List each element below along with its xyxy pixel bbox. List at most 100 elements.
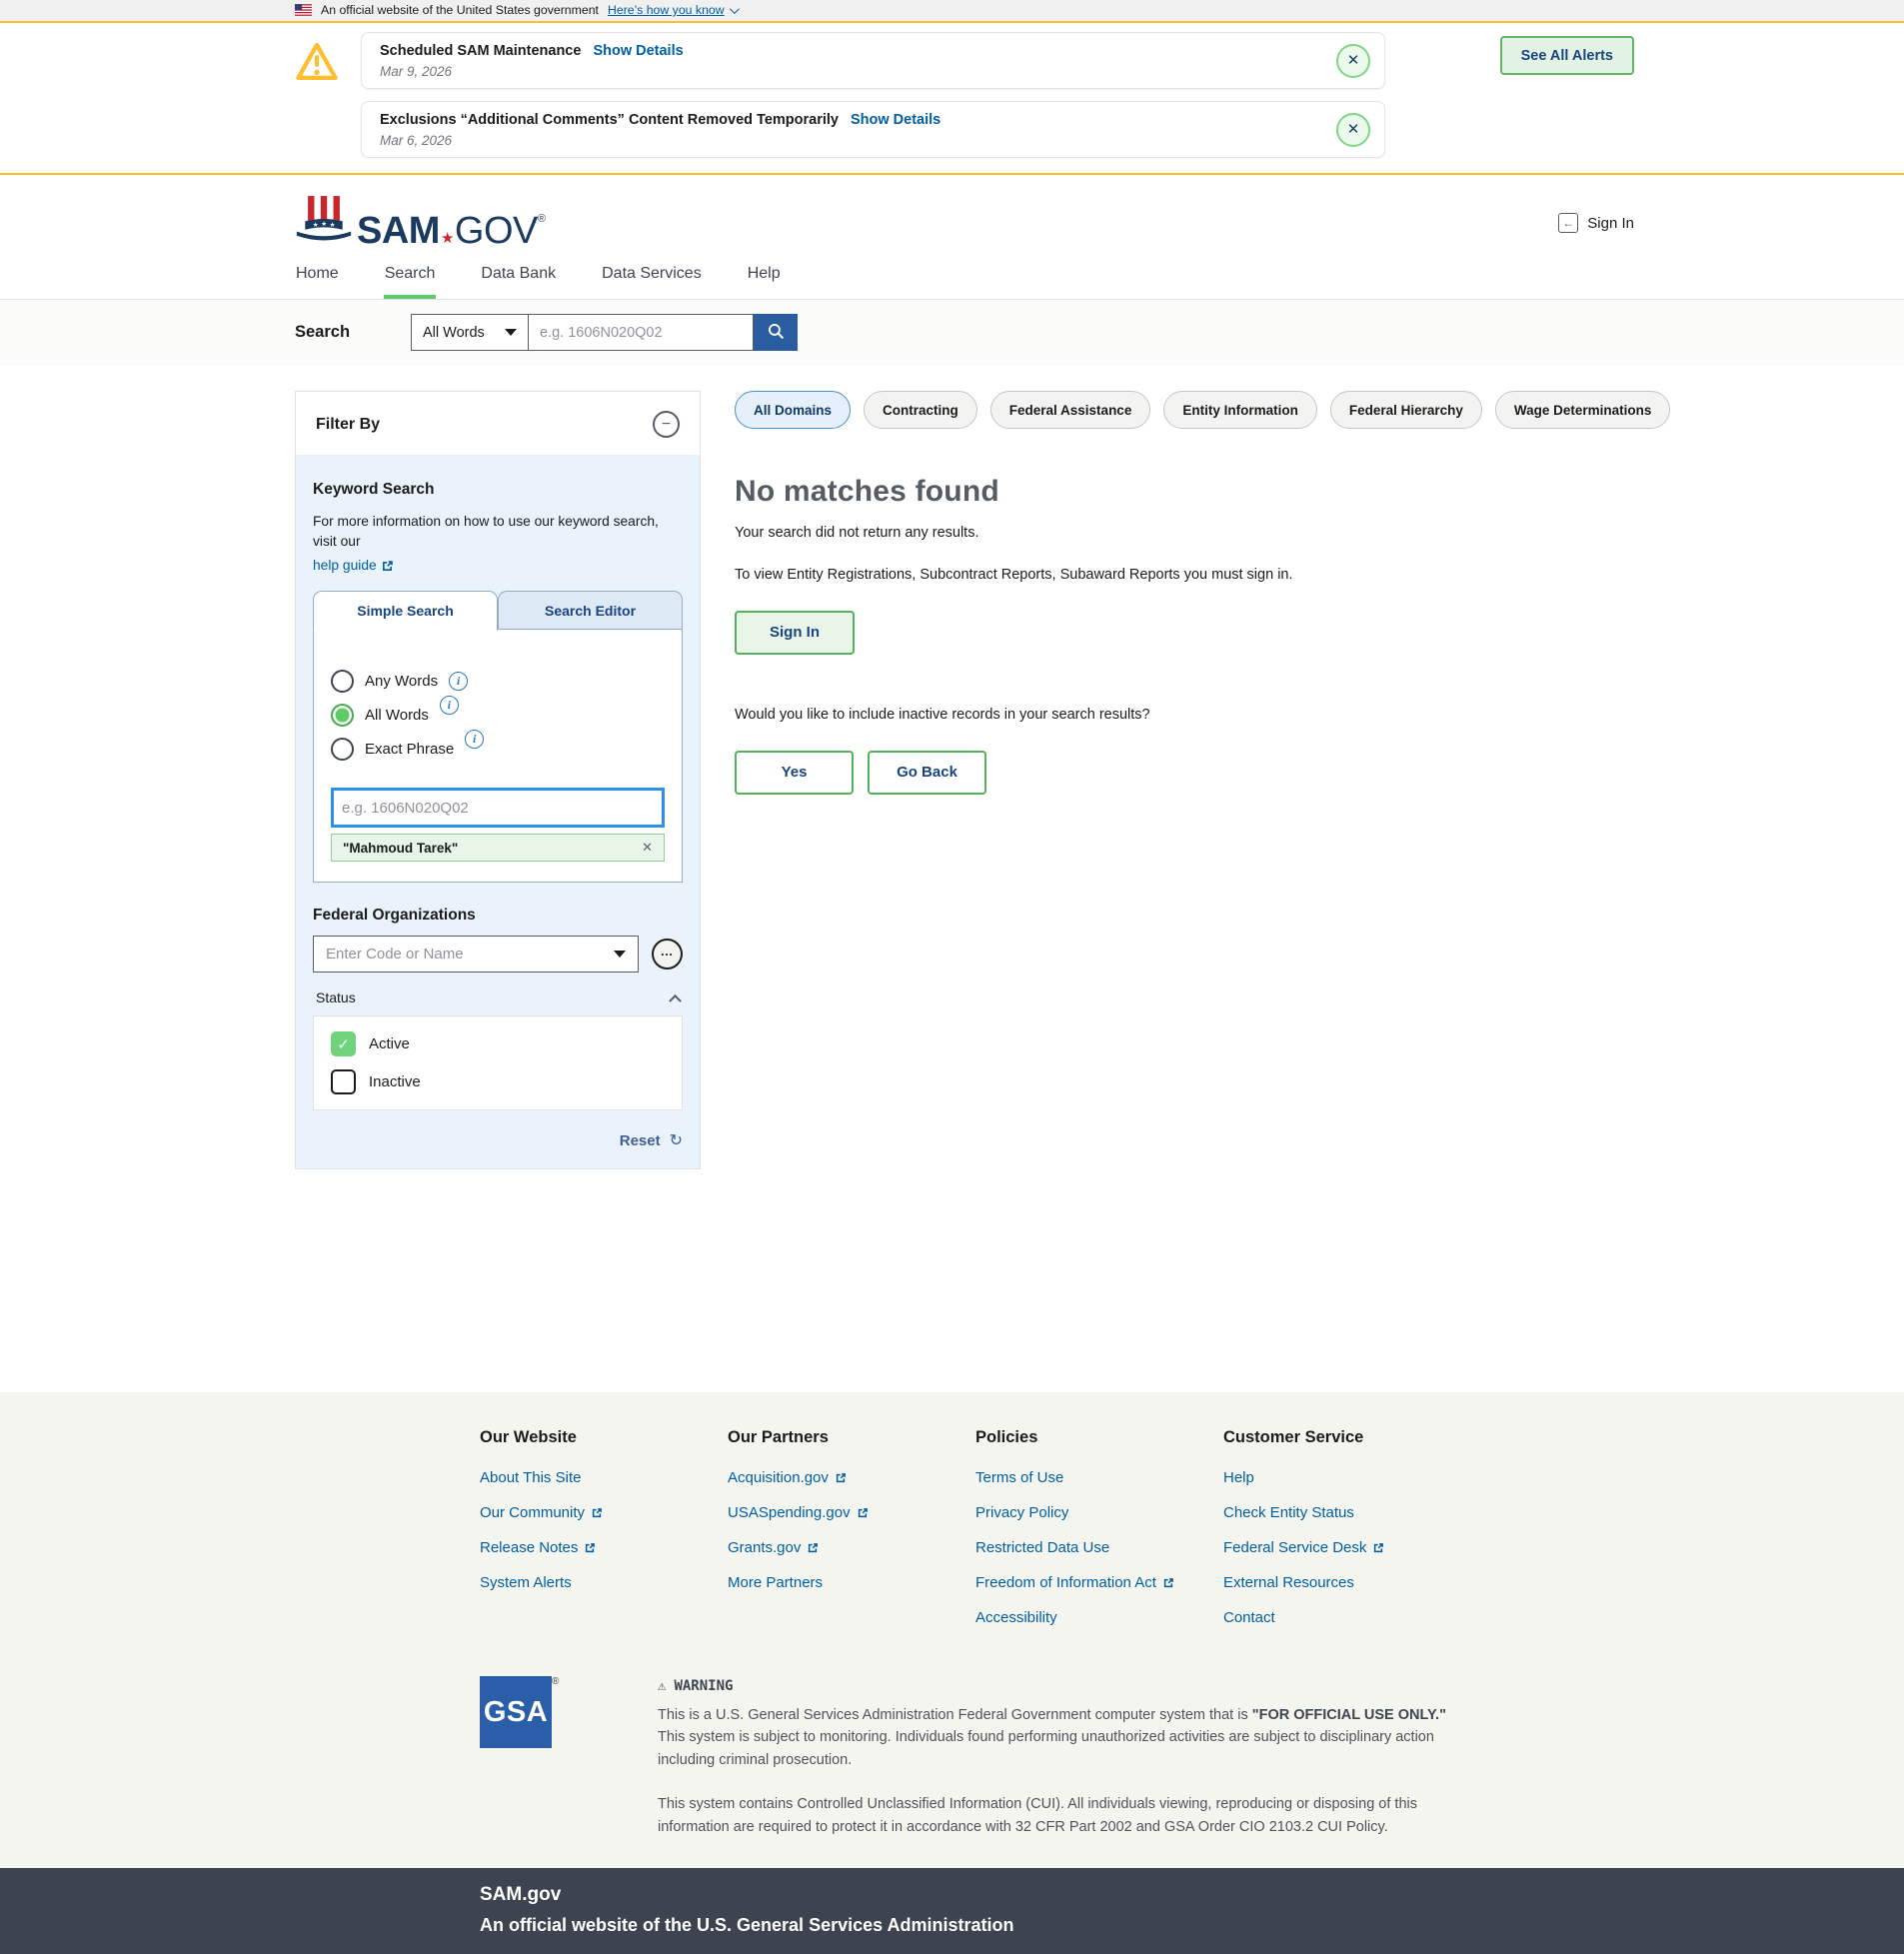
info-icon[interactable]: i: [449, 672, 468, 691]
sam-gov-logo[interactable]: ★★★ SAM★GOV®: [295, 195, 545, 247]
radio-button[interactable]: [331, 670, 354, 693]
footer-link[interactable]: Federal Service Desk: [1223, 1537, 1471, 1558]
footer-link[interactable]: Check Entity Status: [1223, 1502, 1471, 1523]
domain-tab-wage-determinations[interactable]: Wage Determinations: [1495, 391, 1671, 429]
external-link-icon: [1372, 1542, 1384, 1554]
federal-org-more-button[interactable]: …: [652, 939, 683, 970]
nav-item-data-services[interactable]: Data Services: [601, 259, 703, 299]
footer-column-heading: Our Partners: [728, 1428, 975, 1447]
keyword-input[interactable]: [331, 788, 665, 828]
tab-simple-search[interactable]: Simple Search: [313, 591, 498, 631]
radio-option-any-words[interactable]: Any Words i: [331, 670, 665, 693]
footer-link[interactable]: Restricted Data Use: [975, 1537, 1223, 1558]
alert-close-button[interactable]: ✕: [1336, 113, 1370, 147]
warning-title: WARNING: [674, 1678, 733, 1694]
help-guide-link[interactable]: help guide: [313, 556, 394, 576]
close-icon: ✕: [1347, 122, 1360, 137]
warning-paragraph-1: This is a U.S. General Services Administ…: [658, 1704, 1477, 1771]
domain-tab-entity-information[interactable]: Entity Information: [1163, 391, 1317, 429]
header-sign-in-link[interactable]: ← Sign In: [1558, 213, 1634, 233]
go-back-button[interactable]: Go Back: [868, 751, 986, 795]
external-link-icon: [591, 1507, 603, 1519]
checkbox-checked[interactable]: ✓: [331, 1031, 356, 1056]
yes-button[interactable]: Yes: [735, 751, 854, 795]
status-option-inactive[interactable]: Inactive: [331, 1069, 665, 1094]
close-icon: ✕: [1347, 53, 1360, 68]
nav-item-help[interactable]: Help: [747, 259, 782, 299]
domain-tab-federal-hierarchy[interactable]: Federal Hierarchy: [1330, 391, 1482, 429]
domain-tab-federal-assistance[interactable]: Federal Assistance: [990, 391, 1151, 429]
footer-column: Our Website About This SiteOur Community…: [480, 1428, 728, 1642]
radio-option-exact-phrase[interactable]: Exact Phrase i: [331, 738, 665, 761]
logo-star: ★: [441, 230, 454, 247]
sign-in-button[interactable]: Sign In: [735, 611, 855, 655]
logo-gov-text: GOV: [455, 210, 538, 252]
gsa-logo: GSA: [480, 1676, 552, 1748]
footer-link[interactable]: About This Site: [480, 1467, 728, 1488]
domain-tab-all-domains[interactable]: All Domains: [735, 391, 851, 429]
see-all-alerts-button[interactable]: See All Alerts: [1500, 36, 1634, 75]
warning-small-icon: ⚠: [658, 1678, 666, 1694]
chevron-up-icon[interactable]: [669, 993, 682, 1006]
alert-close-button[interactable]: ✕: [1336, 44, 1370, 78]
footer-link[interactable]: System Alerts: [480, 1572, 728, 1593]
search-bar-row: Search All Words: [0, 300, 1904, 365]
info-icon[interactable]: i: [440, 696, 459, 715]
select-caret-icon: [505, 329, 517, 336]
radio-button[interactable]: [331, 704, 354, 727]
footer-link[interactable]: USASpending.gov: [728, 1502, 975, 1523]
gov-banner-text: An official website of the United States…: [321, 3, 599, 17]
alert-show-details-link[interactable]: Show Details: [851, 112, 941, 128]
search-mode-select[interactable]: All Words: [411, 314, 529, 351]
footer-link[interactable]: Release Notes: [480, 1537, 728, 1558]
keyword-chip-label: "Mahmoud Tarek": [343, 841, 458, 856]
must-sign-in-text: To view Entity Registrations, Subcontrac…: [735, 565, 1394, 587]
external-link-icon: [807, 1542, 819, 1554]
nav-item-data-bank[interactable]: Data Bank: [480, 259, 557, 299]
status-option-active[interactable]: ✓ Active: [331, 1031, 665, 1056]
search-label: Search: [295, 323, 411, 342]
alert-show-details-link[interactable]: Show Details: [593, 43, 683, 59]
global-search-input[interactable]: [529, 314, 754, 351]
keyword-help-text: For more information on how to use our k…: [313, 512, 683, 576]
nav-item-search[interactable]: Search: [384, 259, 437, 299]
main-nav: Home Search Data Bank Data Services Help: [0, 259, 1904, 300]
warning-triangle-icon: [295, 40, 339, 87]
sign-in-icon: ←: [1558, 213, 1578, 233]
federal-org-select[interactable]: Enter Code or Name: [313, 936, 639, 973]
radio-option-all-words[interactable]: All Words i: [331, 704, 665, 727]
us-flag-icon: [295, 4, 312, 16]
search-submit-button[interactable]: [754, 314, 798, 351]
content-area: Filter By − Keyword Search For more info…: [295, 365, 1634, 1392]
tab-search-editor[interactable]: Search Editor: [498, 591, 683, 630]
gov-banner: An official website of the United States…: [0, 0, 1904, 21]
footer-link[interactable]: Grants.gov: [728, 1537, 975, 1558]
info-icon[interactable]: i: [465, 730, 484, 749]
footer-link[interactable]: Acquisition.gov: [728, 1467, 975, 1488]
filter-by-title: Filter By: [316, 416, 380, 434]
collapse-filters-button[interactable]: −: [653, 411, 680, 438]
svg-text:★: ★: [321, 221, 327, 228]
footer-link[interactable]: Contact: [1223, 1607, 1471, 1628]
reset-filters-link[interactable]: Reset: [620, 1132, 661, 1149]
footer-link[interactable]: Our Community: [480, 1502, 728, 1523]
svg-text:★: ★: [313, 222, 319, 229]
nav-item-home[interactable]: Home: [295, 259, 340, 299]
radio-button[interactable]: [331, 738, 354, 761]
chip-remove-icon[interactable]: ✕: [642, 840, 653, 856]
no-matches-title: No matches found: [735, 475, 1670, 509]
alerts-list: Scheduled SAM MaintenanceShow Details Ma…: [361, 32, 1385, 158]
footer-link[interactable]: Freedom of Information Act: [975, 1572, 1223, 1593]
footer-link[interactable]: External Resources: [1223, 1572, 1471, 1593]
footer-link[interactable]: Help: [1223, 1467, 1471, 1488]
footer-link[interactable]: More Partners: [728, 1572, 975, 1593]
federal-organizations-heading: Federal Organizations: [313, 907, 683, 925]
alert-date: Mar 6, 2026: [380, 133, 1320, 148]
domain-tab-contracting[interactable]: Contracting: [864, 391, 977, 429]
footer-link[interactable]: Privacy Policy: [975, 1502, 1223, 1523]
keyword-search-heading: Keyword Search: [313, 481, 683, 499]
footer-link[interactable]: Terms of Use: [975, 1467, 1223, 1488]
footer-link[interactable]: Accessibility: [975, 1607, 1223, 1628]
checkbox[interactable]: [331, 1069, 356, 1094]
how-you-know-link[interactable]: Here’s how you know: [608, 3, 737, 17]
